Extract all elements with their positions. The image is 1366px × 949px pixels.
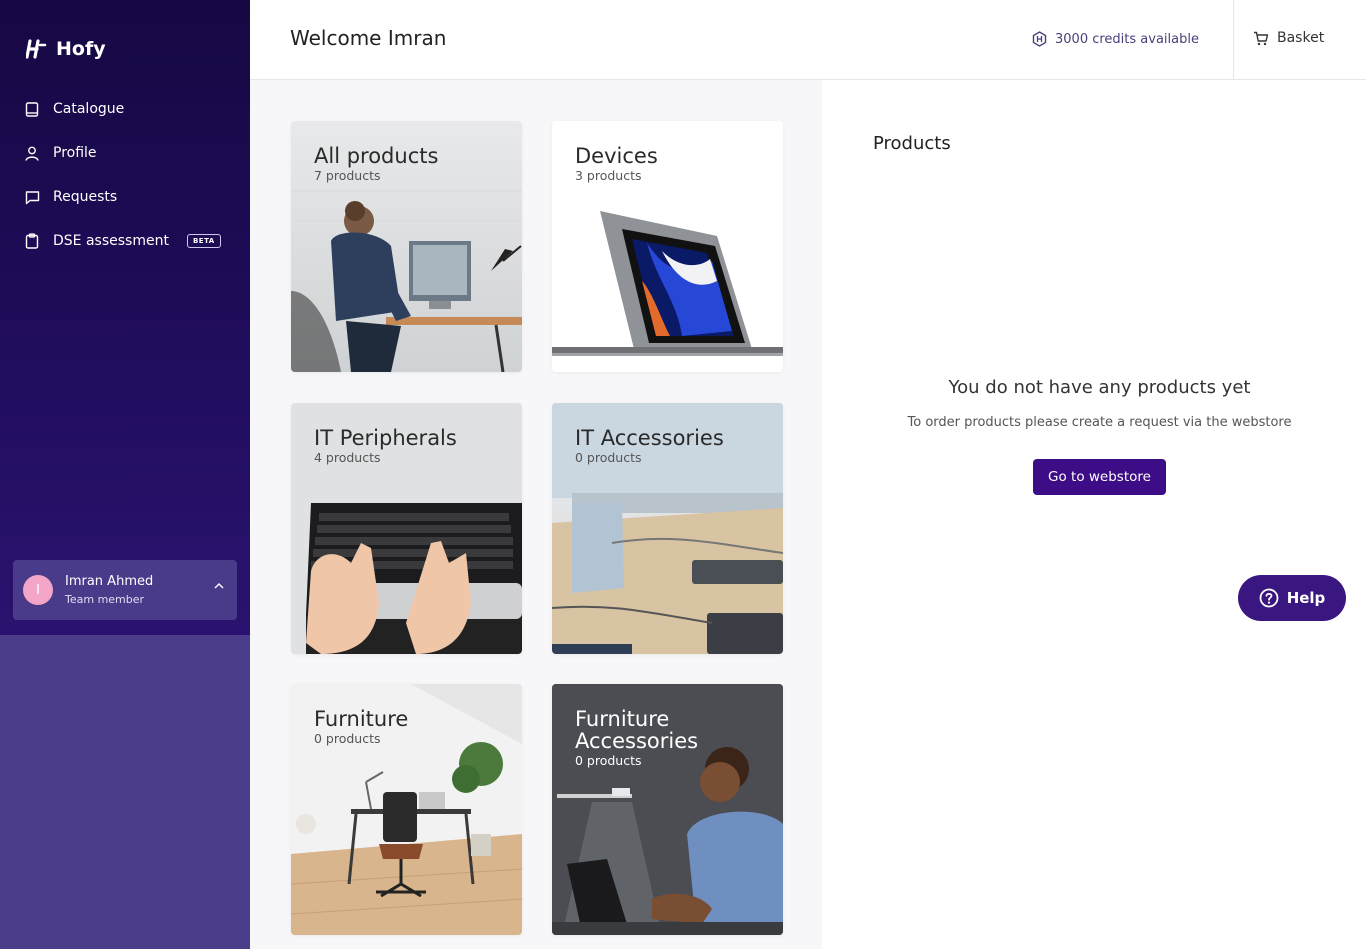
hofy-logo-icon: [26, 39, 47, 59]
help-label: Help: [1286, 589, 1326, 607]
sidebar-nav-area: Hofy Catalogue Profile Requests DSE asse…: [0, 0, 250, 635]
category-card-furniture-accessories[interactable]: Furniture Accessories 0 products: [552, 684, 783, 935]
credits-indicator: 3000 credits available: [1032, 31, 1199, 47]
category-card-devices[interactable]: Devices 3 products: [552, 121, 783, 372]
category-title: Devices: [575, 144, 658, 168]
cart-icon: [1254, 31, 1269, 45]
book-icon: [24, 101, 40, 117]
sidebar-item-label: Catalogue: [53, 101, 125, 117]
sidebar-item-label: DSE assessment: [53, 233, 169, 249]
beta-badge: BETA: [186, 234, 221, 248]
chevron-up-icon: [214, 583, 224, 589]
user-icon: [24, 145, 40, 161]
sidebar-item-label: Profile: [53, 145, 97, 161]
category-count: 4 products: [314, 450, 381, 465]
category-title: IT Peripherals: [314, 426, 457, 450]
user-menu[interactable]: I Imran Ahmed Team member: [13, 560, 237, 620]
products-panel: Products You do not have any products ye…: [822, 80, 1366, 949]
question-mark-icon: [1259, 588, 1279, 608]
category-title: Furniture: [314, 707, 409, 731]
category-count: 7 products: [314, 168, 381, 183]
user-name: Imran Ahmed: [65, 574, 154, 589]
category-count: 0 products: [575, 753, 642, 768]
panel-title: Products: [873, 133, 951, 154]
empty-state-description: To order products please create a reques…: [907, 415, 1292, 430]
category-title: Furniture Accessories: [575, 707, 699, 753]
sidebar-item-dse-assessment[interactable]: DSE assessment BETA: [24, 228, 234, 254]
go-to-webstore-button[interactable]: Go to webstore: [1033, 459, 1166, 495]
empty-state-title: You do not have any products yet: [948, 377, 1251, 398]
user-info: Imran Ahmed Team member: [65, 574, 153, 606]
category-title: All products: [314, 144, 439, 168]
credits-text: 3000 credits available: [1055, 31, 1199, 47]
basket-button[interactable]: Basket: [1253, 30, 1324, 46]
sidebar-item-label: Requests: [53, 189, 118, 205]
help-button[interactable]: Help: [1238, 575, 1346, 621]
header: Welcome Imran 3000 credits available Bas…: [250, 0, 1366, 80]
basket-label: Basket: [1277, 30, 1325, 46]
credits-icon: [1032, 31, 1047, 47]
chat-icon: [24, 189, 40, 205]
sidebar-nav: Catalogue Profile Requests DSE assessmen…: [24, 96, 234, 272]
user-role: Team member: [65, 593, 145, 606]
category-card-it-accessories[interactable]: IT Accessories 0 products: [552, 403, 783, 654]
sidebar: Hofy Catalogue Profile Requests DSE asse…: [0, 0, 250, 949]
page-title: Welcome Imran: [290, 26, 447, 50]
header-divider: [1233, 0, 1234, 80]
category-count: 0 products: [575, 450, 642, 465]
category-count: 0 products: [314, 731, 381, 746]
category-card-all-products[interactable]: All products 7 products: [291, 121, 522, 372]
app-name: Hofy: [56, 38, 106, 60]
logo[interactable]: Hofy: [26, 38, 106, 60]
category-card-it-peripherals[interactable]: IT Peripherals 4 products: [291, 403, 522, 654]
avatar: I: [23, 575, 53, 605]
category-count: 3 products: [575, 168, 642, 183]
sidebar-item-profile[interactable]: Profile: [24, 140, 234, 166]
sidebar-item-catalogue[interactable]: Catalogue: [24, 96, 234, 122]
clipboard-icon: [24, 233, 40, 249]
category-card-furniture[interactable]: Furniture 0 products: [291, 684, 522, 935]
category-title: IT Accessories: [575, 426, 724, 450]
sidebar-item-requests[interactable]: Requests: [24, 184, 234, 210]
